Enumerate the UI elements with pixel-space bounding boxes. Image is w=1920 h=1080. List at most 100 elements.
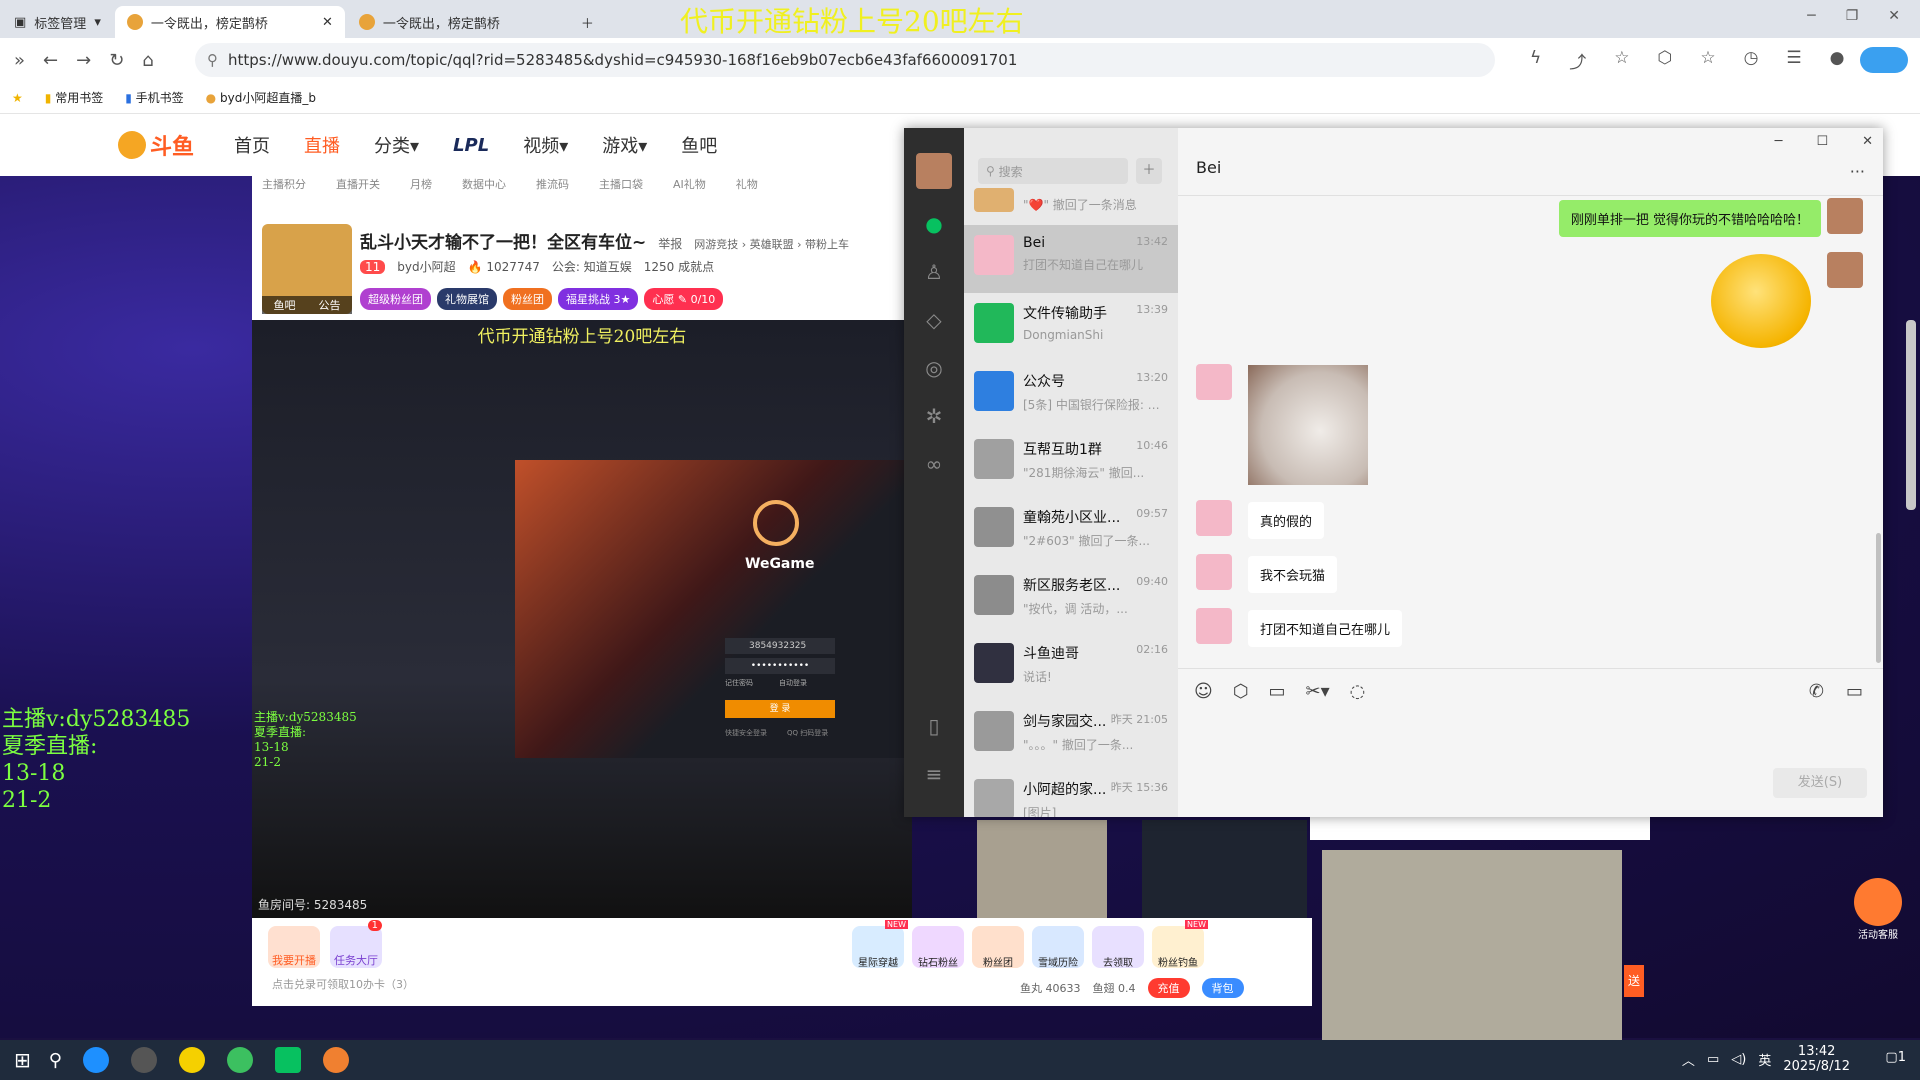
message-bubble[interactable]: 打团不知道自己在哪儿: [1248, 610, 1403, 647]
douyu-logo[interactable]: 斗鱼: [118, 129, 194, 161]
preview-thumbnail-dog[interactable]: [977, 820, 1107, 918]
contact-avatar[interactable]: [1196, 554, 1232, 590]
list-item[interactable]: 互帮互助1群 10:46 "281期徐海云" 撤回...: [964, 429, 1178, 497]
favorites-icon[interactable]: ◇: [922, 308, 946, 332]
home-icon[interactable]: ⌂: [142, 50, 153, 71]
app-taskbar-icon[interactable]: [130, 1047, 157, 1073]
list-item[interactable]: 小阿超的家... 昨天 15:36 [图片]: [964, 769, 1178, 817]
send-gift-side-button[interactable]: 送: [1624, 965, 1644, 997]
room-avatar[interactable]: 鱼吧 公告: [262, 224, 352, 314]
restore-icon[interactable]: ❐: [1846, 8, 1859, 24]
scissors-icon[interactable]: ✂▾: [1306, 681, 1330, 702]
favorites-icon[interactable]: ☆: [1700, 48, 1715, 73]
minimize-icon[interactable]: ─: [1775, 134, 1783, 149]
contact-avatar[interactable]: [1196, 500, 1232, 536]
app-taskbar-icon[interactable]: [226, 1047, 253, 1073]
cat-photo-message[interactable]: [1248, 365, 1368, 485]
page-scrollbar[interactable]: [1906, 320, 1916, 510]
send-button[interactable]: 发送(S): [1773, 768, 1867, 798]
new-tab-button[interactable]: ＋: [569, 6, 606, 38]
nav-category[interactable]: 分类▾: [374, 132, 419, 158]
wegame-password-field[interactable]: •••••••••••: [725, 658, 835, 674]
volume-icon[interactable]: ◁): [1731, 1052, 1746, 1067]
list-item[interactable]: 斗鱼迪哥 02:16 说话!: [964, 633, 1178, 701]
bag-button[interactable]: 背包: [1201, 978, 1244, 998]
profile-icon[interactable]: ●: [1830, 48, 1845, 73]
my-avatar[interactable]: [1827, 198, 1863, 234]
bookmark-common[interactable]: ▮ 常用书签: [45, 89, 103, 106]
list-item[interactable]: 童翰苑小区业... 09:57 "2#603" 撤回了一条...: [964, 497, 1178, 565]
contact-avatar[interactable]: [1196, 608, 1232, 644]
contacts-icon[interactable]: ♙: [922, 260, 946, 284]
menu-icon[interactable]: ☰: [1786, 48, 1801, 73]
bookmark-byd[interactable]: ● byd小阿超直播_b: [206, 89, 316, 106]
report-link[interactable]: 举报: [658, 235, 682, 252]
browser-taskbar-icon[interactable]: [82, 1047, 109, 1073]
tray-chevron-icon[interactable]: ︿: [1682, 1050, 1695, 1069]
minimize-icon[interactable]: ─: [1807, 8, 1815, 24]
clock[interactable]: 13:42 2025/8/12: [1783, 1044, 1850, 1074]
tab-douyu-active[interactable]: 一令既出，榜定鹊桥 ✕: [114, 6, 345, 38]
lightning-icon[interactable]: ϟ: [1530, 48, 1541, 73]
list-item-bei[interactable]: Bei 13:42 打团不知道自己在哪儿: [964, 225, 1178, 293]
wegame-taskbar-icon[interactable]: [322, 1047, 349, 1073]
my-avatar[interactable]: [916, 153, 952, 189]
preview-thumbnail-screen[interactable]: [1142, 820, 1307, 918]
wegame-login-button[interactable]: 登 录: [725, 700, 835, 718]
video-call-icon[interactable]: ▭: [1846, 681, 1863, 702]
add-button[interactable]: ＋: [1136, 158, 1162, 184]
my-avatar[interactable]: [1827, 252, 1863, 288]
list-item[interactable]: 剑与家园交... 昨天 21:05 "。。。" 撤回了一条...: [964, 701, 1178, 769]
nav-live[interactable]: 直播: [304, 132, 340, 158]
list-item[interactable]: 新区服务老区... 09:40 "按代，调 活动，...: [964, 565, 1178, 633]
moments-icon[interactable]: ◎: [922, 356, 946, 380]
cloud-icon[interactable]: [1860, 47, 1908, 73]
forward-icon[interactable]: →: [76, 50, 91, 71]
tab-manager[interactable]: ▣ 标签管理 ▾: [2, 6, 113, 38]
anchor-name[interactable]: byd小阿超: [397, 258, 455, 275]
extension-icon[interactable]: ⬡: [1657, 48, 1672, 73]
share-icon[interactable]: ⤴: [1569, 48, 1586, 73]
list-item[interactable]: "❤️" 撤回了一条消息: [964, 188, 1178, 218]
chat-history-icon[interactable]: ◌: [1350, 681, 1366, 702]
contact-avatar[interactable]: [1196, 364, 1232, 400]
nav-video[interactable]: 视频▾: [523, 132, 568, 158]
address-bar[interactable]: ⚲ https://www.douyu.com/topic/qql?rid=52…: [195, 43, 1495, 77]
emoji-icon[interactable]: ☺: [1194, 681, 1213, 702]
message-input[interactable]: [1190, 716, 1870, 776]
nav-fishbar[interactable]: 鱼吧: [681, 132, 717, 158]
message-bubble-me[interactable]: 刚刚单排一把 觉得你玩的不错哈哈哈哈！: [1558, 200, 1821, 237]
phone-icon[interactable]: ▯: [922, 714, 946, 738]
chat-icon[interactable]: ●: [922, 212, 946, 236]
search-icon[interactable]: ⚲: [49, 1050, 62, 1071]
network-icon[interactable]: ▭: [1707, 1052, 1719, 1067]
recharge-button[interactable]: 充值: [1147, 978, 1190, 998]
service-widget[interactable]: 活动客服: [1850, 878, 1906, 941]
wegame-account-field[interactable]: 3854932325: [725, 638, 835, 654]
settings-menu-icon[interactable]: ≡: [922, 762, 946, 786]
bookmark-mobile[interactable]: ▮ 手机书签: [125, 89, 183, 106]
nav-games[interactable]: 游戏▾: [602, 132, 647, 158]
angry-emoji-sticker[interactable]: [1711, 254, 1811, 348]
nav-lpl[interactable]: LPL: [453, 135, 489, 156]
message-bubble[interactable]: 真的假的: [1248, 502, 1325, 539]
message-bubble[interactable]: 我不会玩猫: [1248, 556, 1338, 593]
breadcrumb[interactable]: 网游竞技 › 英雄联盟 › 带粉上车: [694, 236, 849, 252]
more-icon[interactable]: ···: [1850, 162, 1865, 181]
list-item[interactable]: 公众号 13:20 [5条] 中国银行保险报: 6...: [964, 361, 1178, 429]
channels-icon[interactable]: ✲: [922, 404, 946, 428]
app-taskbar-icon[interactable]: [178, 1047, 205, 1073]
miniprogram-icon[interactable]: ∞: [922, 452, 946, 476]
back-icon[interactable]: ←: [43, 50, 58, 71]
sticker-icon[interactable]: ⬡: [1233, 681, 1249, 702]
expand-icon[interactable]: »: [14, 50, 25, 71]
search-input[interactable]: ⚲ 搜索: [978, 158, 1128, 184]
notification-icon[interactable]: ▢1: [1885, 1050, 1906, 1065]
maximize-icon[interactable]: ☐: [1816, 134, 1828, 149]
windows-start-icon[interactable]: ⊞: [14, 1048, 31, 1072]
wechat-taskbar-icon[interactable]: [274, 1047, 301, 1073]
close-icon[interactable]: ✕: [1862, 134, 1873, 149]
close-tab-icon[interactable]: ✕: [322, 15, 333, 30]
chat-scrollbar[interactable]: [1876, 533, 1881, 663]
star-icon[interactable]: ☆: [1614, 48, 1629, 73]
